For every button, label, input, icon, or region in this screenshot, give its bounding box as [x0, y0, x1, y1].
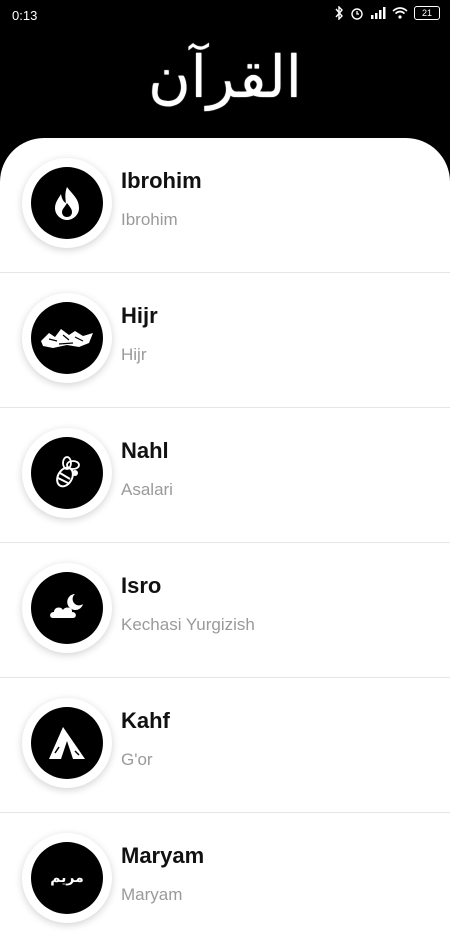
avatar — [22, 158, 112, 248]
surah-meaning: Ibrohim — [121, 210, 178, 229]
bluetooth-icon — [335, 6, 343, 20]
battery-icon: 21 — [414, 6, 440, 20]
flame-icon — [55, 187, 79, 220]
list-item[interactable]: Ibrohim Ibrohim — [0, 138, 450, 273]
rock-landscape-icon — [41, 329, 93, 348]
surah-list[interactable]: Ibrohim Ibrohim Hijr Hijr Nahl Asalari I… — [0, 138, 450, 938]
list-item[interactable]: Kahf G'or — [0, 678, 450, 813]
list-item[interactable]: مريم Maryam Maryam — [0, 813, 450, 938]
surah-name: Ibrohim — [121, 168, 202, 193]
avatar: مريم — [22, 833, 112, 923]
surah-meaning: Asalari — [121, 480, 173, 499]
status-bar: 0:13 21 — [0, 0, 450, 30]
list-item[interactable]: Isro Kechasi Yurgizish — [0, 543, 450, 678]
alarm-icon — [351, 8, 363, 20]
quran-calligraphy: القرآن الكريم — [148, 43, 302, 221]
surah-name: Hijr — [121, 303, 158, 328]
list-item[interactable]: Nahl Asalari — [0, 408, 450, 543]
bee-icon — [56, 456, 80, 488]
surah-meaning: Hijr — [121, 345, 147, 364]
surah-name: Maryam — [121, 843, 205, 868]
surah-meaning: Kechasi Yurgizish — [121, 615, 255, 634]
avatar — [22, 698, 112, 788]
surah-name: Kahf — [121, 708, 170, 733]
surah-name: Nahl — [121, 438, 169, 463]
avatar — [22, 293, 112, 383]
avatar — [22, 563, 112, 653]
list-item[interactable]: Hijr Hijr — [0, 273, 450, 408]
avatar — [22, 428, 112, 518]
maryam-arabic-icon: مريم — [50, 870, 84, 886]
status-time: 0:13 — [12, 8, 38, 23]
status-icons: 21 — [334, 6, 440, 20]
surah-meaning: G'or — [121, 750, 153, 769]
signal-icon — [371, 7, 386, 19]
wifi-icon — [392, 7, 408, 19]
surah-meaning: Maryam — [121, 885, 183, 904]
surah-name: Isro — [121, 573, 162, 598]
night-cloud-moon-icon — [50, 594, 83, 618]
cave-icon — [49, 727, 85, 759]
